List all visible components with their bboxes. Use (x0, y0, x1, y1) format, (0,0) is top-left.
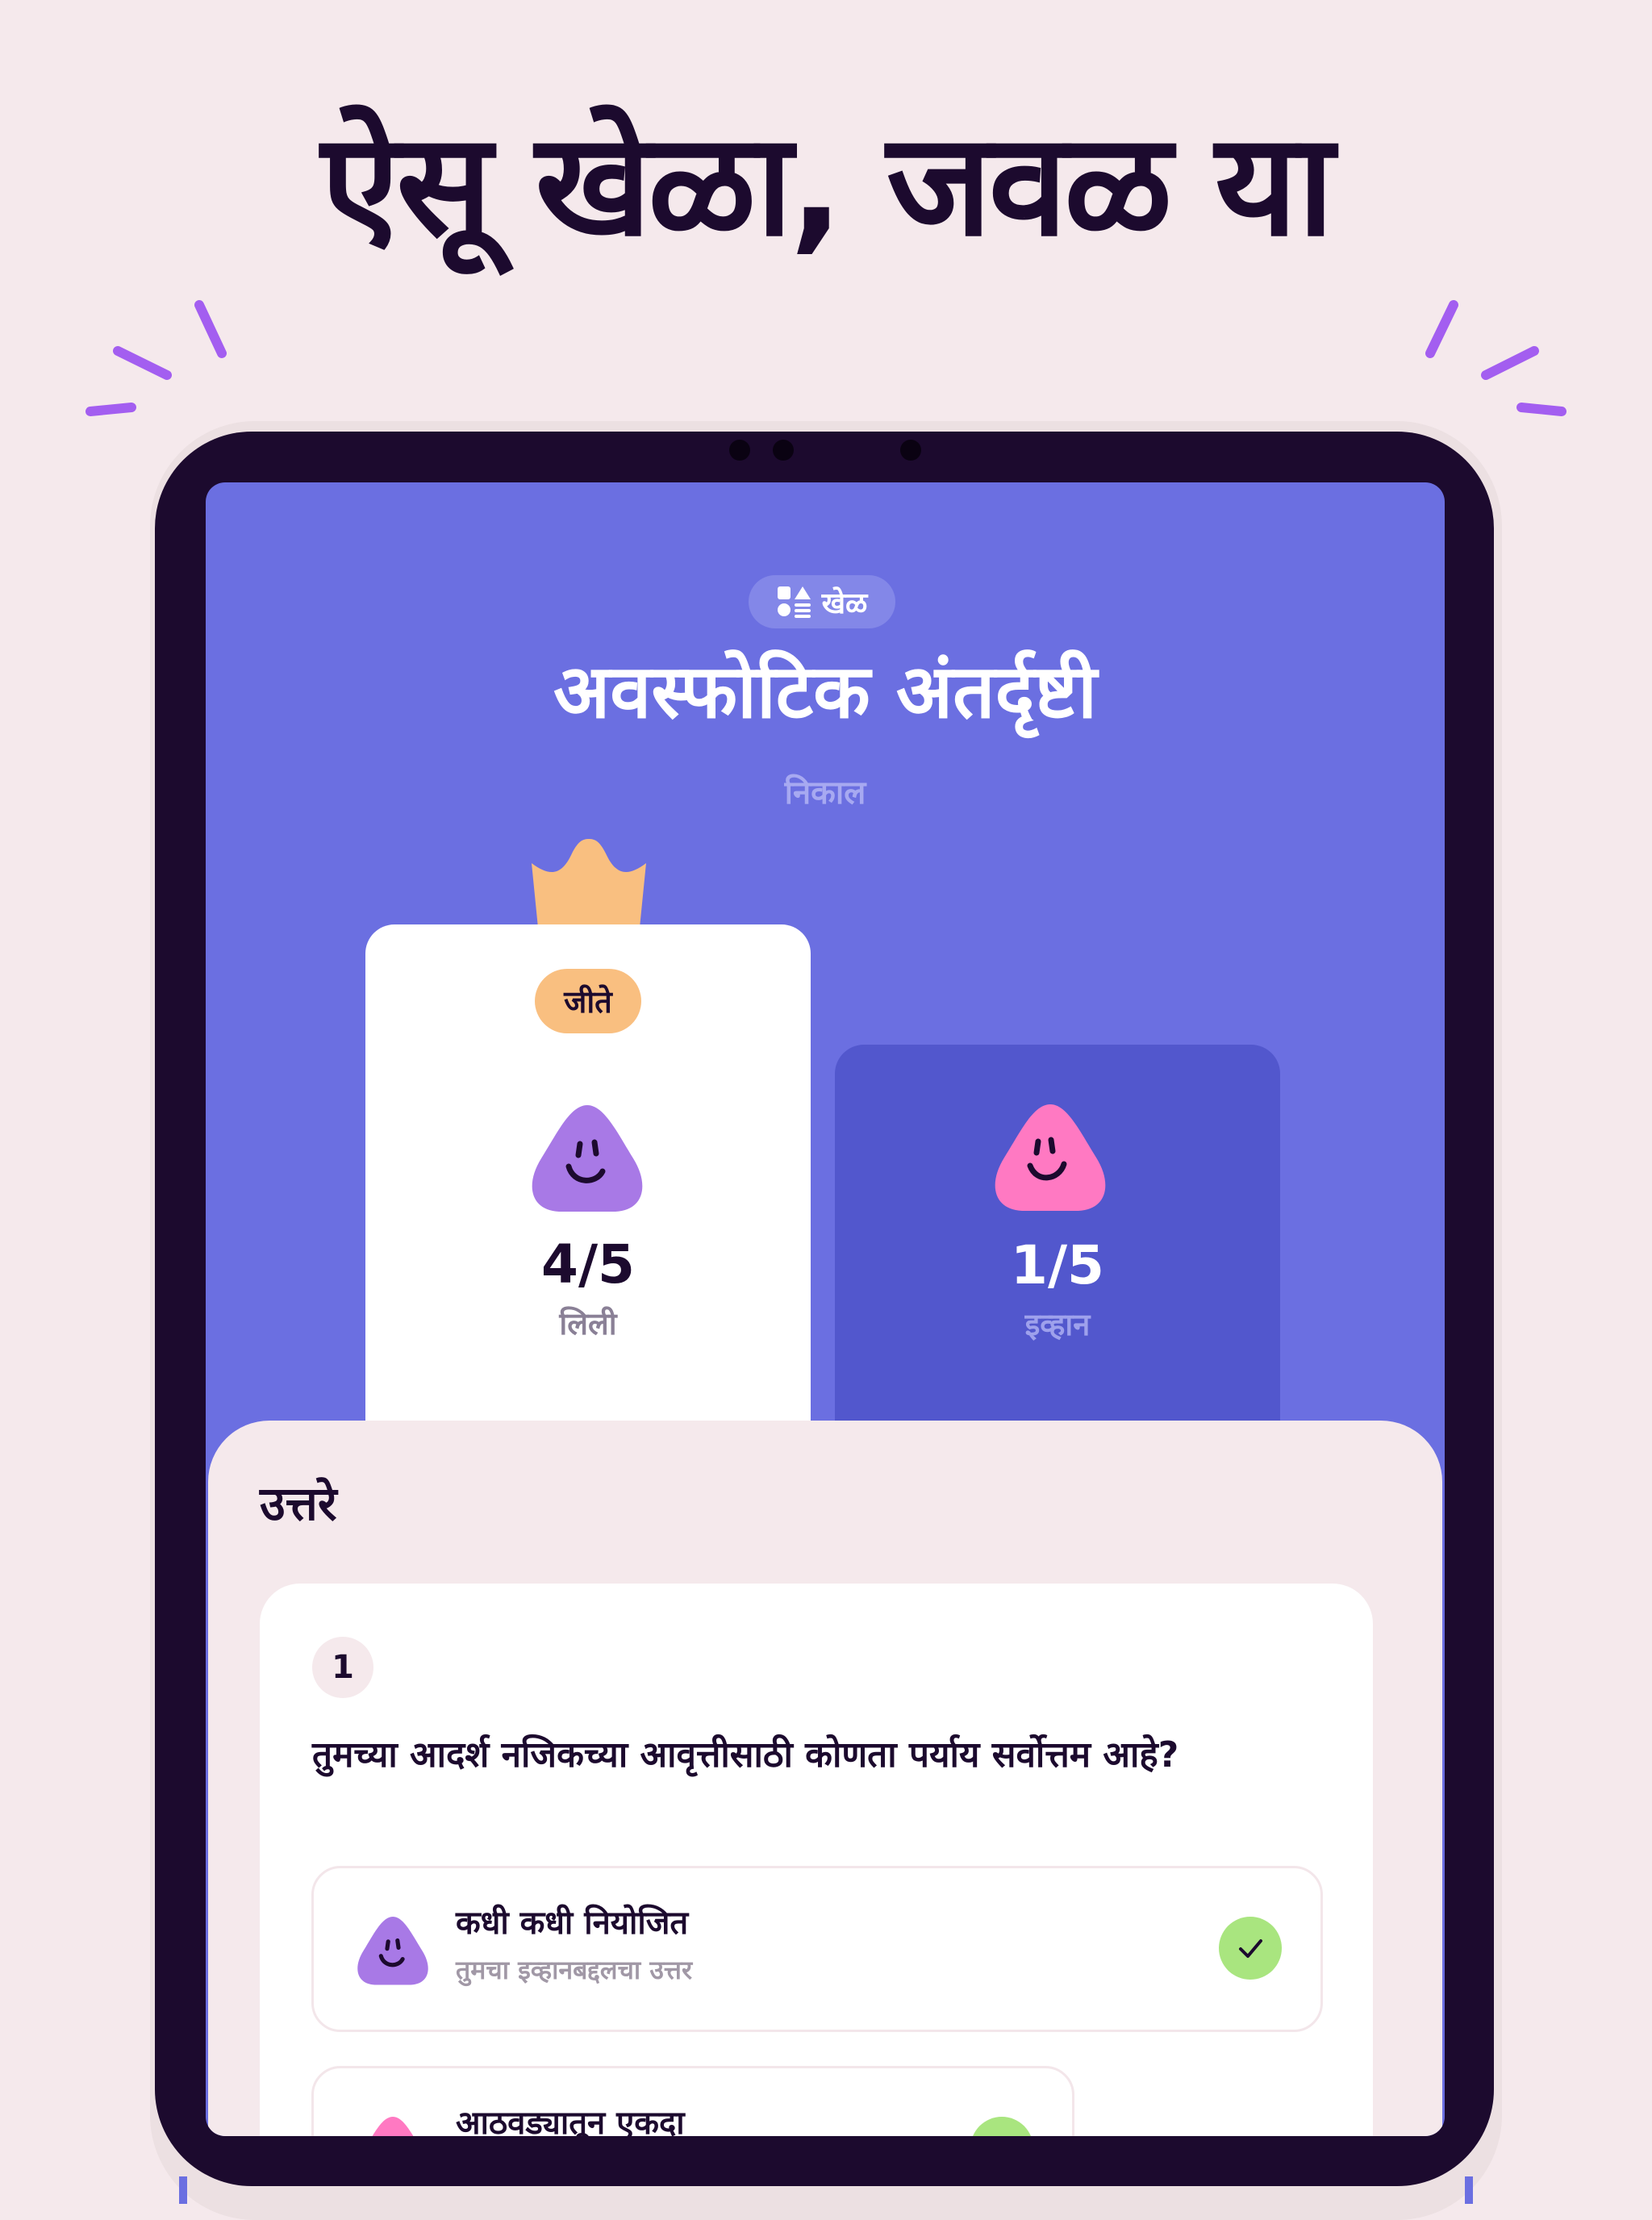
player-score: 1/5 (1011, 1234, 1104, 1296)
player-avatar-pink-icon (995, 1104, 1106, 1211)
player-score: 4/5 (541, 1233, 635, 1296)
game-chip-label: खेळ (821, 586, 868, 620)
app-screen: खेळ अवस्फोटिक अंतर्दृष्टी निकाल जीते 4/5… (206, 482, 1445, 2136)
answer-subtitle: तुमचा इव्हानबद्दलचा उत्तर (456, 1955, 693, 1985)
camera-dot (773, 440, 794, 461)
answer-option[interactable]: कधी कधी नियोजित तुमचा इव्हानबद्दलचा उत्त… (311, 1866, 1323, 2032)
answers-title: उत्तरे (260, 1476, 337, 1531)
tablet-base-decoration (179, 2176, 1473, 2204)
answers-sheet[interactable]: उत्तरे 1 तुमच्या आदर्श नजिकच्या आवृत्तीस… (208, 1421, 1442, 2136)
results-label: निकाल (784, 774, 866, 812)
question-text: तुमच्या आदर्श नजिकच्या आवृत्तीसाठी कोणता… (312, 1734, 1179, 1776)
player-card-winner: जीते 4/5 लिली (365, 924, 811, 1489)
headline: ऐसू खेळा, जवळ या (320, 102, 1334, 268)
check-icon (1219, 1917, 1282, 1980)
player-name: इव्हान (1024, 1307, 1091, 1342)
question-card: 1 तुमच्या आदर्श नजिकच्या आवृत्तीसाठी कोण… (260, 1584, 1373, 2136)
game-chip: खेळ (749, 575, 895, 628)
question-number: 1 (312, 1637, 373, 1698)
game-title: अवस्फोटिक अंतर्दृष्टी (553, 649, 1097, 735)
answer-title: कधी कधी नियोजित (456, 1905, 689, 1942)
shapes-icon (777, 586, 811, 618)
player-name: लिली (559, 1306, 617, 1342)
camera-dot (900, 440, 921, 461)
answer-avatar-purple-icon (357, 1917, 428, 1985)
crown-icon (532, 839, 646, 928)
camera-dot (729, 440, 750, 461)
winner-badge: जीते (535, 969, 641, 1033)
player-avatar-purple-icon (532, 1105, 643, 1212)
